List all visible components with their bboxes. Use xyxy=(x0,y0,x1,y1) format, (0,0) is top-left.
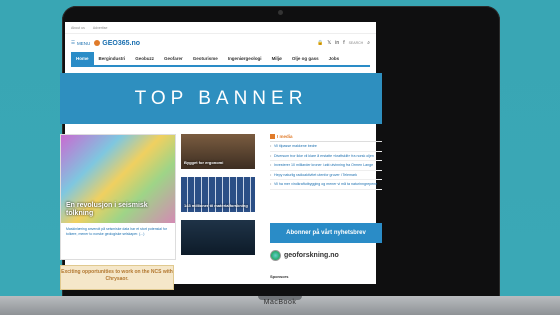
main-article-card[interactable]: En revolusjon i seismisk tolkning Maskin… xyxy=(60,134,176,260)
side-article-caption: Bygget for ergonomi xyxy=(184,160,224,165)
search-icon[interactable]: ⌕ xyxy=(367,40,370,46)
nav-home[interactable]: Home xyxy=(71,52,94,65)
in-media-widget: I media Vil tilpasse makkene bedre Diver… xyxy=(270,134,382,190)
site-header: ☰ MENU GEO365.no 🔒 𝕏 in f SEARCH ⌕ xyxy=(65,34,376,52)
nav-bergindustri[interactable]: Bergindustri xyxy=(94,52,131,65)
logo-icon xyxy=(94,40,101,46)
in-media-list: Vil tilpasse makkene bedre Diversum tror… xyxy=(270,142,382,190)
search-label[interactable]: SEARCH xyxy=(349,41,364,45)
nav-ingeniorgeologi[interactable]: Ingeniørgeologi xyxy=(223,52,267,65)
side-article-caption: 143 millioner til materialforskning xyxy=(184,203,248,208)
topbar-link-about[interactable]: About us xyxy=(71,26,85,30)
in-media-heading: I media xyxy=(270,134,382,142)
nav-geofarer[interactable]: Geofarer xyxy=(159,52,188,65)
main-article-excerpt: Maskinlæring anvendt på seismiske data h… xyxy=(66,227,167,236)
ad-banner[interactable]: Exciting opportunities to work on the NC… xyxy=(60,265,174,290)
facebook-icon[interactable]: f xyxy=(343,40,344,46)
nav-geoturisme[interactable]: Geoturisme xyxy=(188,52,223,65)
list-item[interactable]: Vil ha mer vindkraftutbygging og mener v… xyxy=(270,180,382,190)
nav-geobuzz[interactable]: Geobuzz xyxy=(130,52,159,65)
device-brand: MacBook xyxy=(263,299,297,306)
linkedin-icon[interactable]: in xyxy=(335,40,339,46)
list-item[interactable]: Diversum tror ikke vil klare å erstatte … xyxy=(270,152,382,161)
topbar-link-advertise[interactable]: Advertise xyxy=(93,26,108,30)
newsletter-button[interactable]: Abonner på vårt nyhetsbrev xyxy=(270,223,382,243)
nav-jobs[interactable]: Jobs xyxy=(324,52,345,65)
nav-miljo[interactable]: Miljø xyxy=(267,52,287,65)
twitter-icon[interactable]: 𝕏 xyxy=(327,40,331,46)
list-item[interactable]: Hepy naturlig radioaktivitet utenfor gru… xyxy=(270,171,382,180)
list-item[interactable]: Vil tilpasse makkene bedre xyxy=(270,142,382,152)
logo-text: GEO365.no xyxy=(102,39,141,47)
site-logo[interactable]: GEO365.no xyxy=(94,40,140,47)
menu-label: MENU xyxy=(77,40,91,46)
top-banner[interactable]: TOP BANNER xyxy=(60,73,382,124)
nav-olje-og-gass[interactable]: Olje og gass xyxy=(287,52,324,65)
top-links: About us Advertise xyxy=(65,22,376,34)
main-nav: Home Bergindustri Geobuzz Geofarer Geotu… xyxy=(71,52,370,67)
in-media-title: I media xyxy=(277,134,293,139)
list-item[interactable]: Investerer 10 milliarder kroner i økt ut… xyxy=(270,161,382,171)
globe-icon xyxy=(270,250,281,261)
side-article-card[interactable] xyxy=(181,220,255,255)
side-article-card[interactable]: Bygget for ergonomi xyxy=(181,134,255,169)
main-article-title[interactable]: En revolusjon i seismisk tolkning xyxy=(66,202,170,218)
sponsors-heading: Sponsors xyxy=(270,274,289,279)
partner-name: geoforskning.no xyxy=(284,252,339,259)
main-article-image: En revolusjon i seismisk tolkning xyxy=(61,135,175,223)
camera-icon xyxy=(278,10,283,15)
social-links: 🔒 𝕏 in f SEARCH ⌕ xyxy=(317,40,370,46)
menu-button[interactable]: ☰ MENU xyxy=(71,40,90,46)
rss-icon xyxy=(270,134,275,139)
shop-icon[interactable]: 🔒 xyxy=(317,40,323,46)
hamburger-icon: ☰ xyxy=(71,40,76,45)
partner-logo[interactable]: geoforskning.no xyxy=(270,250,382,261)
side-article-card[interactable]: 143 millioner til materialforskning xyxy=(181,177,255,212)
